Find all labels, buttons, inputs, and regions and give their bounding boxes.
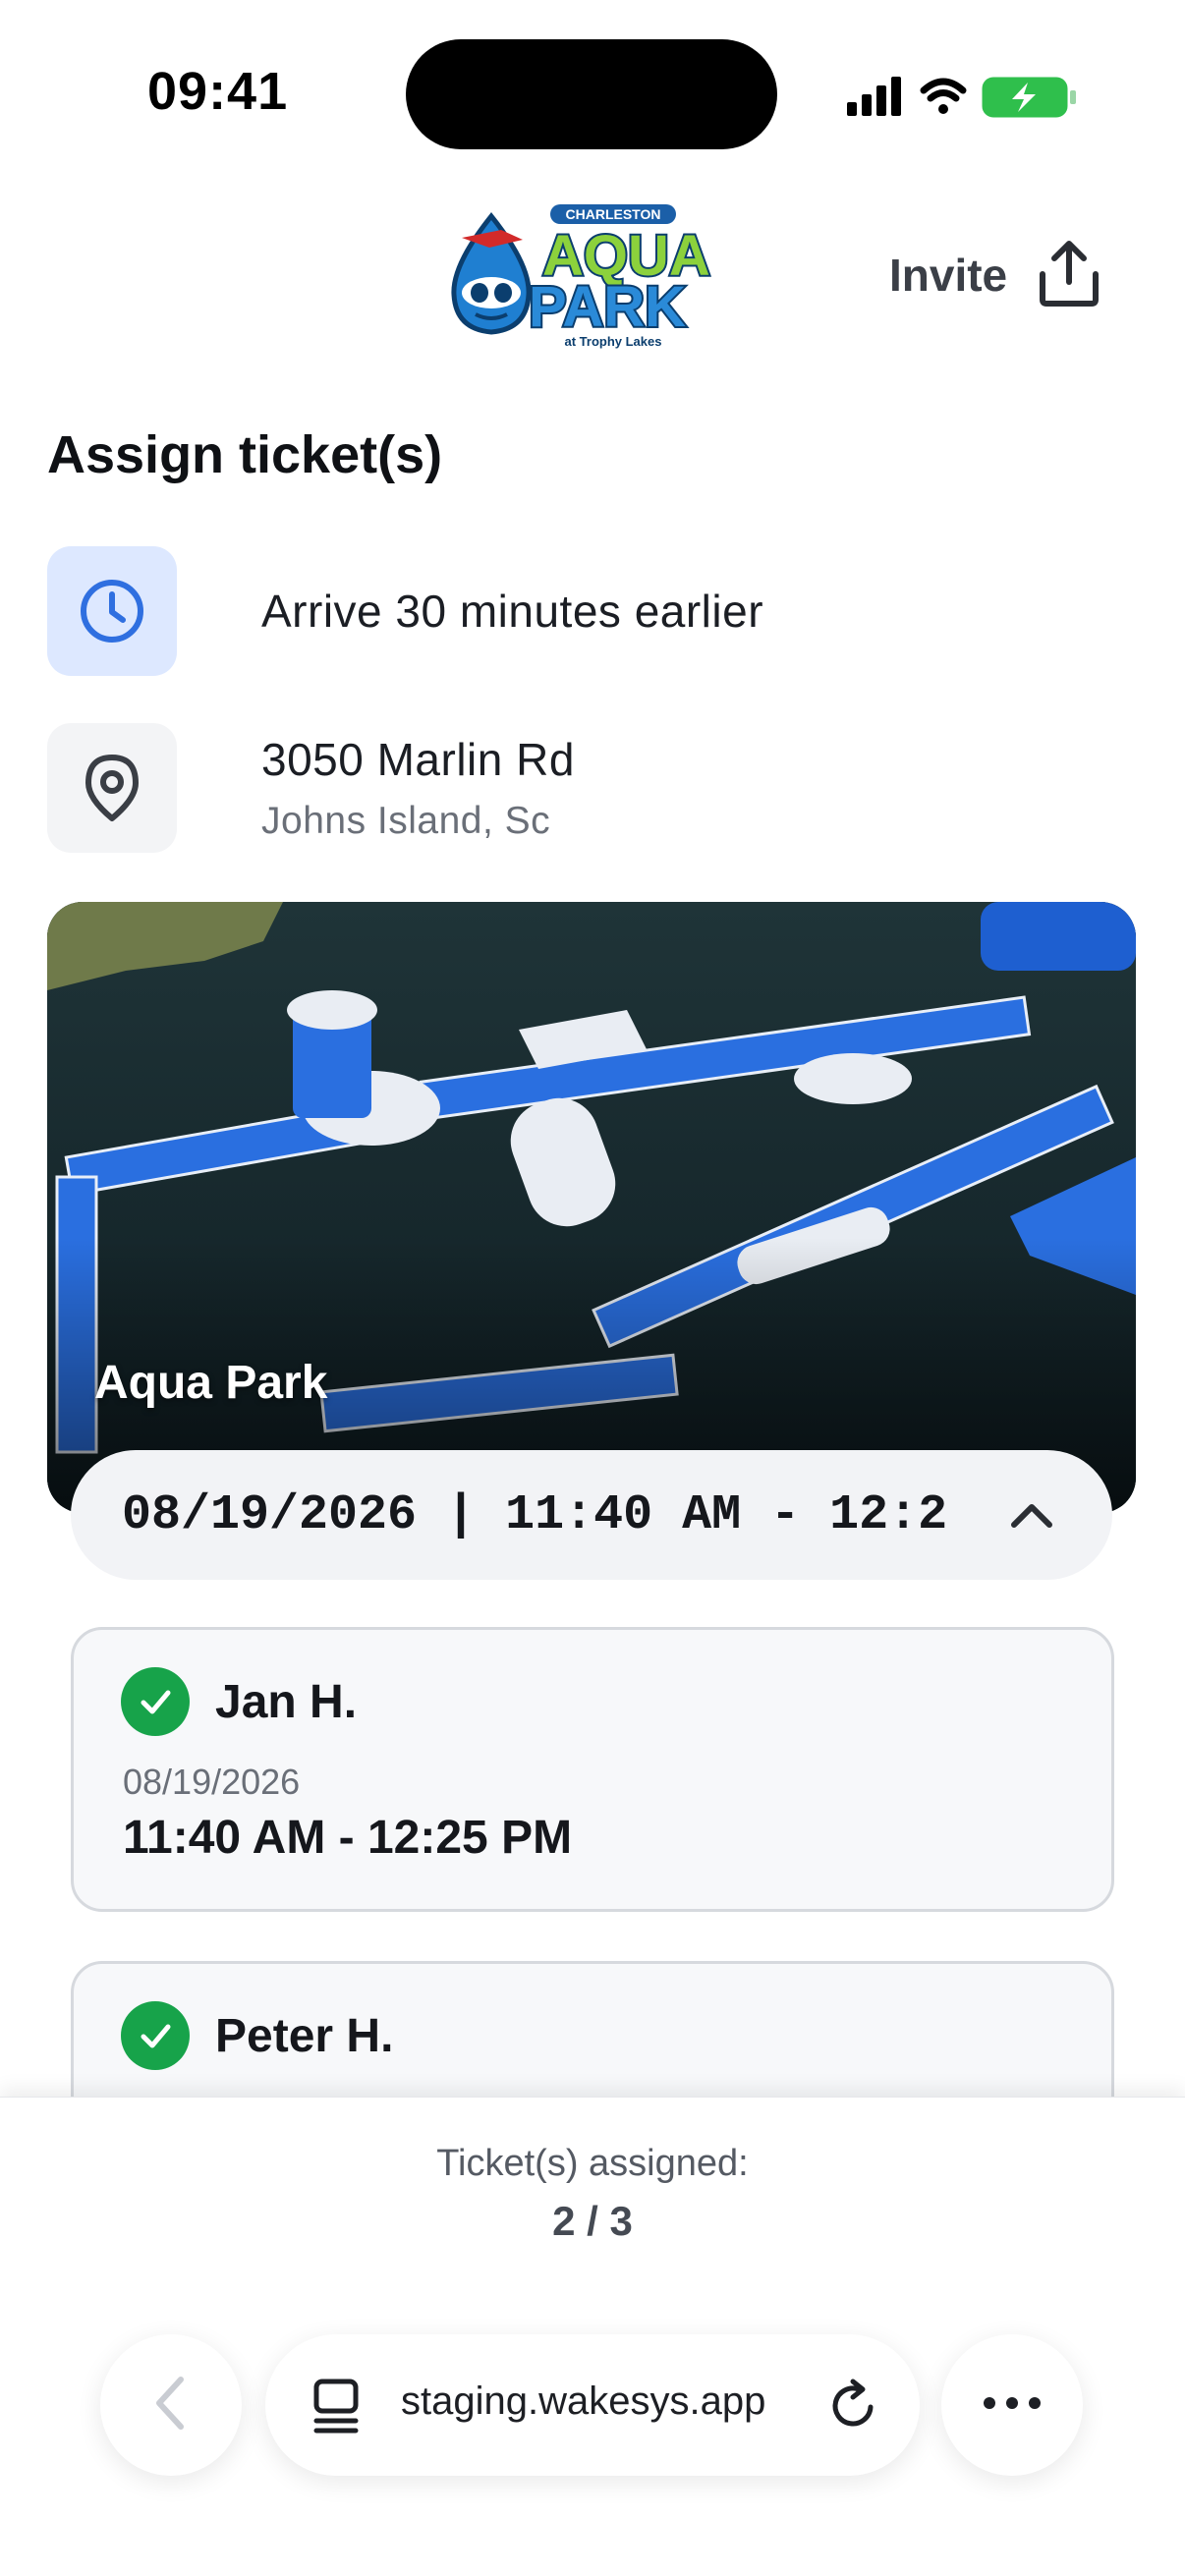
browser-more-button[interactable] bbox=[941, 2334, 1083, 2476]
logo-bottom-text: at Trophy Lakes bbox=[565, 334, 662, 349]
aqua-park-photo: Aqua Park bbox=[47, 902, 1136, 1513]
back-chevron-icon bbox=[151, 2374, 191, 2437]
address-line2: Johns Island, Sc bbox=[261, 800, 551, 842]
page-title: Assign ticket(s) bbox=[47, 425, 443, 484]
cellular-signal-icon bbox=[847, 77, 901, 116]
share-icon bbox=[1037, 239, 1101, 312]
hero-label: Aqua Park bbox=[94, 1357, 328, 1409]
battery-icon bbox=[982, 77, 1076, 118]
assigned-label: Ticket(s) assigned: bbox=[436, 2143, 749, 2184]
location-pin-icon bbox=[47, 723, 177, 853]
date-selector[interactable]: 08/19/2026 | 11:40 AM - 12:25 PM bbox=[71, 1450, 1112, 1580]
arrival-text: Arrive 30 minutes earlier bbox=[261, 586, 764, 637]
browser-url-bar[interactable]: staging.wakesys.app bbox=[265, 2334, 920, 2476]
aqua-park-logo: CHARLESTON AQUA PARK at Trophy Lakes bbox=[432, 196, 727, 354]
address-line1: 3050 Marlin Rd bbox=[261, 734, 575, 785]
check-icon bbox=[121, 2001, 190, 2070]
invite-label: Invite bbox=[889, 250, 1008, 301]
date-selector-text: 08/19/2026 | 11:40 AM - 12:25 PM bbox=[122, 1486, 947, 1543]
ticket-date: 08/19/2026 bbox=[123, 1762, 301, 1802]
ticket-holder-name: Jan H. bbox=[215, 1675, 358, 1728]
tabs-icon[interactable] bbox=[310, 2376, 362, 2439]
ticket-time: 11:40 AM - 12:25 PM bbox=[123, 1812, 573, 1864]
chevron-up-icon[interactable] bbox=[1006, 1489, 1057, 1540]
assigned-count: 2 / 3 bbox=[552, 2198, 633, 2244]
status-time: 09:41 bbox=[147, 62, 289, 121]
address-info-row: 3050 Marlin Rd Johns Island, Sc bbox=[47, 723, 575, 853]
logo-top-text: CHARLESTON bbox=[566, 206, 661, 222]
invite-button[interactable]: Invite bbox=[889, 236, 1101, 314]
logo-park-text: PARK bbox=[529, 275, 686, 339]
clock-icon bbox=[47, 546, 177, 676]
status-bar: 09:41 bbox=[0, 0, 1185, 187]
browser-url-text: staging.wakesys.app bbox=[401, 2380, 766, 2423]
ticket-card[interactable]: Jan H. 08/19/2026 11:40 AM - 12:25 PM bbox=[71, 1627, 1114, 1912]
more-icon bbox=[980, 2393, 1044, 2418]
browser-back-button[interactable] bbox=[100, 2334, 242, 2476]
check-icon bbox=[121, 1667, 190, 1736]
ticket-holder-name: Peter H. bbox=[215, 2009, 394, 2062]
status-icons bbox=[845, 69, 1081, 128]
arrival-info-row: Arrive 30 minutes earlier bbox=[47, 546, 763, 676]
dynamic-island bbox=[406, 39, 777, 149]
wifi-icon bbox=[920, 78, 967, 114]
reload-icon[interactable] bbox=[825, 2376, 882, 2439]
